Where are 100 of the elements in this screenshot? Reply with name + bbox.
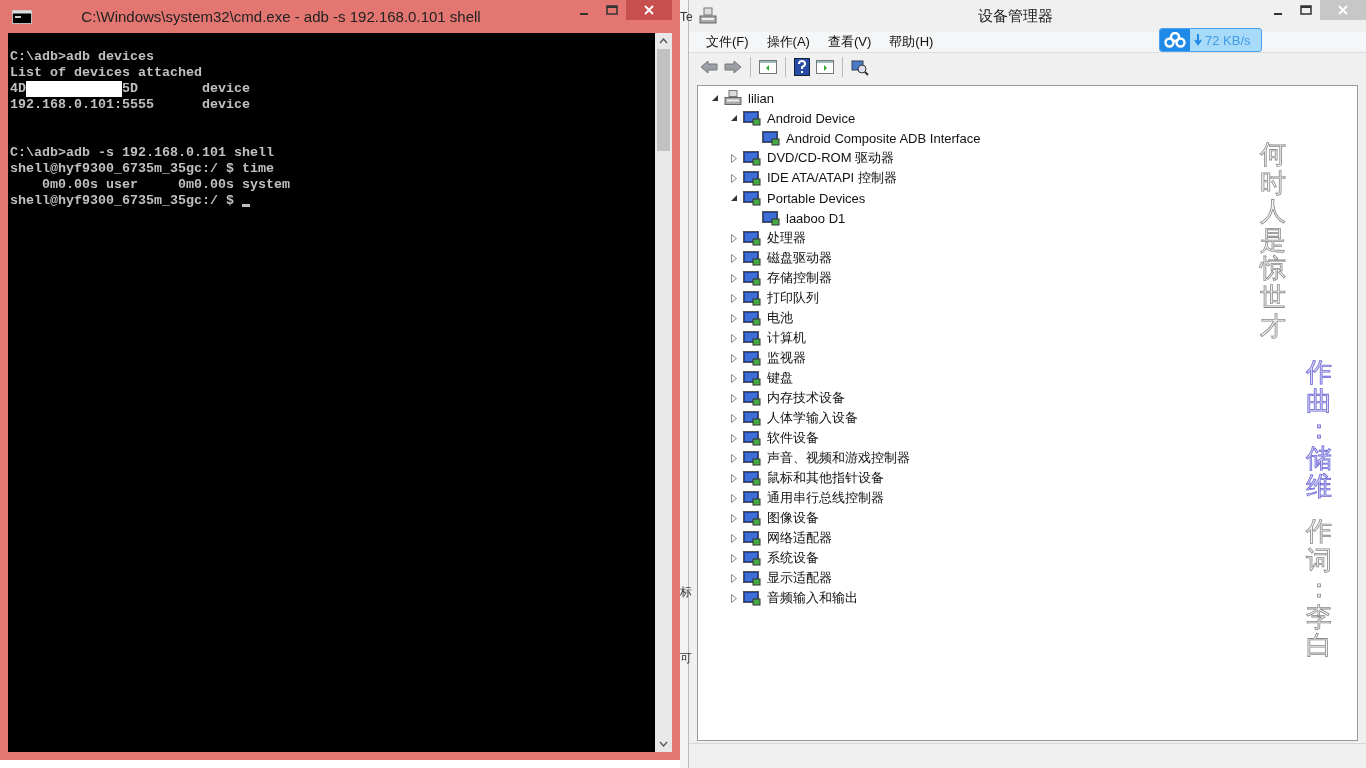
tree-pane-icon[interactable] — [759, 59, 777, 75]
tree-item[interactable]: 音频输入和输出 — [765, 589, 858, 607]
device-icon — [743, 230, 761, 246]
tree-item[interactable]: 存储控制器 — [765, 269, 832, 287]
help-icon[interactable] — [794, 58, 810, 76]
menu-item[interactable]: 操作(A) — [766, 33, 810, 51]
tree-item[interactable]: 通用串行总线控制器 — [765, 489, 884, 507]
device-serial-end: 5D — [122, 81, 138, 97]
cloud-icon — [1164, 32, 1186, 48]
menu-item[interactable]: 文件(F) — [706, 33, 749, 51]
back-icon[interactable] — [700, 59, 718, 75]
console-prompt: shell@hyf9300_6735m_35gc:/ $ — [10, 193, 235, 209]
tree-item[interactable]: laaboo D1 — [784, 210, 846, 226]
tree-item[interactable]: Portable Devices — [765, 190, 866, 206]
device-icon — [743, 290, 761, 306]
tree-item[interactable]: 软件设备 — [765, 429, 819, 447]
tree-item[interactable]: DVD/CD-ROM 驱动器 — [765, 149, 895, 167]
device-icon — [743, 590, 761, 606]
device-icon — [743, 470, 761, 486]
tree-item[interactable]: 图像设备 — [765, 509, 819, 527]
tree-item[interactable]: 显示适配器 — [765, 569, 832, 587]
collapsed-arrow-icon[interactable] — [730, 293, 738, 303]
expanded-arrow-icon[interactable] — [711, 93, 719, 103]
tree-item[interactable]: Android Device — [765, 110, 856, 126]
device-icon — [743, 530, 761, 546]
expanded-arrow-icon[interactable] — [730, 193, 738, 203]
collapsed-arrow-icon[interactable] — [730, 413, 738, 423]
console-icon — [12, 9, 32, 24]
collapsed-arrow-icon[interactable] — [730, 233, 738, 243]
collapsed-arrow-icon[interactable] — [730, 273, 738, 283]
expanded-arrow-icon[interactable] — [730, 113, 738, 123]
device-state: device — [202, 97, 250, 113]
device-icon — [743, 550, 761, 566]
tree-item[interactable]: 声音、视频和游戏控制器 — [765, 449, 910, 467]
collapsed-arrow-icon[interactable] — [730, 533, 738, 543]
device-icon — [743, 430, 761, 446]
collapsed-arrow-icon[interactable] — [730, 393, 738, 403]
console-line: 0m0.00s user 0m0.00s system — [41, 177, 290, 193]
lyric-line: 何时人是惊世才 — [1260, 140, 1287, 341]
computer-icon — [699, 7, 717, 25]
tree-item[interactable]: 电池 — [765, 309, 793, 327]
tree-item[interactable]: 内存技术设备 — [765, 389, 845, 407]
text-cursor — [241, 203, 250, 207]
collapsed-arrow-icon[interactable] — [730, 593, 738, 603]
tree-item[interactable]: 网络适配器 — [765, 529, 832, 547]
tree-item[interactable]: 鼠标和其他指针设备 — [765, 469, 884, 487]
tree-item[interactable]: 人体学输入设备 — [765, 409, 858, 427]
tree-item[interactable]: 磁盘驱动器 — [765, 249, 832, 267]
collapsed-arrow-icon[interactable] — [730, 493, 738, 503]
tree-item[interactable]: 监视器 — [765, 349, 806, 367]
tree-item[interactable]: 打印队列 — [765, 289, 819, 307]
collapsed-arrow-icon[interactable] — [730, 313, 738, 323]
window-text-fragment: Te — [680, 10, 693, 24]
collapsed-arrow-icon[interactable] — [730, 573, 738, 583]
tree-item[interactable]: 键盘 — [765, 369, 793, 387]
collapsed-arrow-icon[interactable] — [730, 253, 738, 263]
scroll-thumb[interactable] — [657, 49, 670, 151]
forward-icon[interactable] — [724, 59, 742, 75]
tree-item[interactable]: 计算机 — [765, 329, 806, 347]
lyric-line: 作曲：储维 — [1306, 358, 1333, 501]
tree-item[interactable]: lilian — [746, 90, 774, 106]
collapsed-arrow-icon[interactable] — [730, 333, 738, 343]
device-icon — [743, 490, 761, 506]
device-icon — [743, 410, 761, 426]
menu-item[interactable]: 查看(V) — [827, 33, 872, 51]
close-icon — [644, 5, 654, 15]
collapsed-arrow-icon[interactable] — [730, 433, 738, 443]
computer-icon — [724, 90, 742, 106]
menu-item[interactable]: 帮助(H) — [889, 33, 934, 51]
collapsed-arrow-icon[interactable] — [730, 453, 738, 463]
close-icon — [1338, 5, 1348, 15]
window-text-fragment: 可 — [680, 650, 692, 667]
device-icon — [743, 510, 761, 526]
device-state: device — [202, 81, 250, 97]
collapsed-arrow-icon[interactable] — [730, 473, 738, 483]
device-icon — [743, 390, 761, 406]
device-icon — [743, 270, 761, 286]
tree-item[interactable]: Android Composite ADB Interface — [784, 130, 981, 146]
console-line: shell@hyf9300_6735m_35gc:/ $ time — [10, 161, 274, 177]
collapsed-arrow-icon[interactable] — [730, 173, 738, 183]
collapsed-arrow-icon[interactable] — [730, 373, 738, 383]
device-icon — [743, 110, 761, 126]
close-button[interactable] — [626, 0, 672, 20]
tree-item[interactable]: 系统设备 — [765, 549, 819, 567]
tree-item[interactable]: IDE ATA/ATAPI 控制器 — [765, 169, 897, 187]
collapsed-arrow-icon[interactable] — [730, 513, 738, 523]
collapsed-arrow-icon[interactable] — [730, 553, 738, 563]
device-icon — [743, 450, 761, 466]
collapsed-arrow-icon[interactable] — [730, 153, 738, 163]
maximize-icon — [606, 5, 618, 15]
device-icon — [762, 130, 780, 146]
window-title: 设备管理器 — [977, 6, 1054, 26]
scan-hardware-icon[interactable] — [851, 58, 869, 76]
tree-item[interactable]: 处理器 — [765, 229, 806, 247]
action-pane-icon[interactable] — [816, 59, 834, 75]
window-text-fragment: 标 — [680, 584, 692, 601]
device-icon — [743, 330, 761, 346]
device-icon — [743, 570, 761, 586]
window-title: C:\Windows\system32\cmd.exe - adb -s 192.168.0.101 shell — [80, 8, 482, 25]
collapsed-arrow-icon[interactable] — [730, 353, 738, 363]
